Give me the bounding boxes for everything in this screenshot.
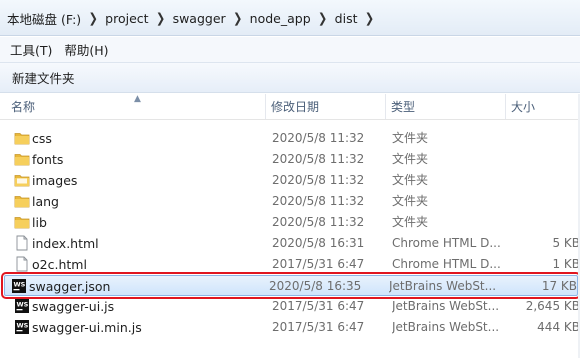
column-header-type[interactable]: 类型 <box>386 94 506 119</box>
file-type: Chrome HTML D... <box>392 257 501 271</box>
breadcrumb-drive[interactable]: 本地磁盘 (F:) <box>4 9 84 28</box>
explorer-window: 本地磁盘 (F:) ❯ project ❯ swagger ❯ node_app… <box>0 0 580 358</box>
svg-text:WS: WS <box>17 322 29 330</box>
file-row[interactable]: WS swagger.json 2020/5/8 16:35 JetBrains We… <box>1 272 580 299</box>
webstorm-icon: WS <box>14 317 30 338</box>
file-name: css <box>32 131 52 146</box>
breadcrumb: 本地磁盘 (F:) ❯ project ❯ swagger ❯ node_app… <box>4 6 378 30</box>
file-size: 5 KB <box>552 236 580 250</box>
new-folder-button[interactable]: 新建文件夹 <box>8 65 79 90</box>
menu-help[interactable]: 帮助(H) <box>58 38 114 61</box>
file-row[interactable]: lib 2020/5/8 11:32 文件夹 <box>6 212 580 233</box>
address-bar[interactable]: 本地磁盘 (F:) ❯ project ❯ swagger ❯ node_app… <box>0 0 580 36</box>
file-size <box>512 191 580 212</box>
folder-icon <box>14 191 30 212</box>
file-name: images <box>32 173 78 188</box>
breadcrumb-separator-icon[interactable]: ❯ <box>360 10 378 26</box>
file-name: swagger.json <box>29 279 111 294</box>
file-name: o2c.html <box>32 257 87 272</box>
file-name: swagger-ui.js <box>32 299 115 314</box>
file-type: JetBrains WebSt... <box>389 279 497 293</box>
webstorm-icon: WS <box>14 296 30 317</box>
breadcrumb-swagger[interactable]: swagger <box>170 11 229 26</box>
sort-ascending-icon: ▲ <box>134 94 141 104</box>
file-name: lib <box>32 215 47 230</box>
breadcrumb-node-app[interactable]: node_app <box>247 11 314 26</box>
file-type: 文件夹 <box>392 131 429 145</box>
file-date: 2020/5/8 11:32 <box>272 152 365 166</box>
file-date: 2020/5/8 11:32 <box>272 194 365 208</box>
breadcrumb-separator-icon[interactable]: ❯ <box>84 10 102 26</box>
breadcrumb-project[interactable]: project <box>102 11 151 26</box>
file-size <box>512 128 580 149</box>
toolbar: 新建文件夹 <box>0 63 580 93</box>
file-date: 2017/5/31 6:47 <box>272 299 365 313</box>
file-row[interactable]: WS swagger-ui.js 2017/5/31 6:47 JetBrains W… <box>6 296 580 317</box>
folder-icon <box>14 212 30 233</box>
file-row[interactable]: images 2020/5/8 11:32 文件夹 <box>6 170 580 191</box>
document-icon <box>14 254 30 275</box>
file-row[interactable]: lang 2020/5/8 11:32 文件夹 <box>6 191 580 212</box>
column-header-name-label: 名称 <box>11 100 36 114</box>
file-type: JetBrains WebSt... <box>392 320 500 334</box>
column-header-date[interactable]: 修改日期 <box>266 94 386 119</box>
file-name: lang <box>32 194 59 209</box>
svg-text:WS: WS <box>14 281 26 289</box>
file-size: 17 KB <box>541 279 577 293</box>
file-date: 2020/5/8 11:32 <box>272 131 365 145</box>
file-date: 2017/5/31 6:47 <box>272 257 365 271</box>
file-date: 2017/5/31 6:47 <box>272 320 365 334</box>
file-type: 文件夹 <box>392 194 429 208</box>
column-header-size-label: 大小 <box>511 100 536 114</box>
file-type: 文件夹 <box>392 152 429 166</box>
file-name: swagger-ui.min.js <box>32 320 142 335</box>
file-date: 2020/5/8 16:35 <box>269 279 362 293</box>
file-type: 文件夹 <box>392 173 429 187</box>
column-header-type-label: 类型 <box>391 100 416 114</box>
file-size: 2,645 KB <box>525 299 580 313</box>
file-date: 2020/5/8 11:32 <box>272 173 365 187</box>
webstorm-icon: WS <box>11 276 27 297</box>
file-row[interactable]: o2c.html 2017/5/31 6:47 Chrome HTML D... 1 … <box>6 254 580 275</box>
document-icon <box>14 233 30 254</box>
file-type: Chrome HTML D... <box>392 236 501 250</box>
file-date: 2020/5/8 16:31 <box>272 236 365 250</box>
column-header: ▲ 名称 修改日期 类型 大小 <box>0 94 580 120</box>
breadcrumb-separator-icon[interactable]: ❯ <box>229 10 247 26</box>
file-name: index.html <box>32 236 99 251</box>
breadcrumb-dist[interactable]: dist <box>332 11 361 26</box>
file-size <box>512 212 580 233</box>
folder-open-icon <box>14 170 30 191</box>
column-header-date-label: 修改日期 <box>271 100 320 114</box>
folder-icon <box>14 128 30 149</box>
file-size <box>512 149 580 170</box>
file-row[interactable]: css 2020/5/8 11:32 文件夹 <box>6 128 580 149</box>
breadcrumb-separator-icon[interactable]: ❯ <box>152 10 170 26</box>
file-row[interactable]: fonts 2020/5/8 11:32 文件夹 <box>6 149 580 170</box>
file-type: JetBrains WebSt... <box>392 299 500 313</box>
column-header-name[interactable]: ▲ 名称 <box>6 94 266 119</box>
file-name: fonts <box>32 152 64 167</box>
file-type: 文件夹 <box>392 215 429 229</box>
menu-tools[interactable]: 工具(T) <box>4 38 58 61</box>
column-header-size[interactable]: 大小 <box>506 94 580 119</box>
folder-icon <box>14 149 30 170</box>
file-size <box>512 170 580 191</box>
file-date: 2020/5/8 11:32 <box>272 215 365 229</box>
svg-text:WS: WS <box>17 301 29 309</box>
file-row[interactable]: WS swagger-ui.min.js 2017/5/31 6:47 JetBrai… <box>6 317 580 338</box>
breadcrumb-separator-icon[interactable]: ❯ <box>314 10 332 26</box>
menu-bar: 工具(T) 帮助(H) <box>0 37 580 63</box>
file-row[interactable]: index.html 2020/5/8 16:31 Chrome HTML D...… <box>6 233 580 254</box>
file-size: 444 KB <box>537 320 580 334</box>
file-size: 1 KB <box>552 257 580 271</box>
